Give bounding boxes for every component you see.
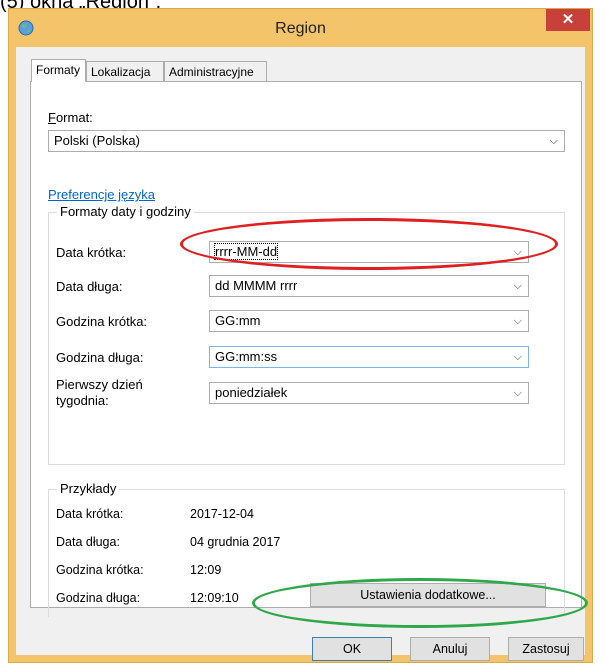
long-time-label: Godzina długa: — [56, 350, 144, 365]
short-time-label: Godzina krótka: — [56, 314, 148, 329]
long-time-select[interactable]: GG:mm:ss ⌵ — [209, 346, 529, 368]
example-short-date-label: Data krótka: — [56, 507, 124, 521]
short-date-label: Data krótka: — [56, 245, 127, 260]
format-value: Polski (Polska) — [54, 133, 140, 148]
first-day-select[interactable]: poniedziałek ⌵ — [209, 382, 529, 404]
long-date-value: dd MMMM rrrr — [215, 278, 298, 293]
example-short-date-value: 2017-12-04 — [190, 507, 254, 521]
ok-button[interactable]: OK — [312, 637, 392, 661]
short-date-value: rrrr-MM-dd — [213, 243, 279, 260]
close-icon: ✕ — [561, 11, 575, 28]
short-time-value: GG:mm — [215, 313, 261, 328]
example-long-date-label: Data długa: — [56, 535, 120, 549]
dialog-client: Formaty Lokalizacja Administracyjne Form… — [16, 47, 585, 661]
region-window: Region ✕ Formaty Lokalizacja Administrac… — [8, 8, 593, 663]
first-day-value: poniedziałek — [215, 385, 288, 400]
format-label: Format: — [48, 110, 93, 125]
example-long-date-value: 04 grudnia 2017 — [190, 535, 281, 549]
short-date-select[interactable]: rrrr-MM-dd ⌵ — [209, 241, 529, 263]
example-short-time-value: 12:09 — [190, 563, 222, 577]
tab-formaty[interactable]: Formaty — [31, 59, 86, 82]
window-title: Region — [275, 20, 326, 37]
cancel-button[interactable]: Anuluj — [410, 637, 490, 661]
close-button[interactable]: ✕ — [546, 9, 590, 31]
chevron-down-icon: ⌵ — [513, 280, 522, 292]
example-long-time-value: 12:09:10 — [190, 591, 239, 605]
chevron-down-icon: ⌵ — [549, 135, 558, 147]
examples-legend: Przykłady — [57, 481, 120, 496]
advanced-settings-button[interactable]: Ustawienia dodatkowe... — [310, 583, 546, 607]
first-day-label: Pierwszy dzień tygodnia: — [56, 377, 143, 408]
chevron-down-icon: ⌵ — [513, 315, 522, 327]
short-time-select[interactable]: GG:mm ⌵ — [209, 310, 529, 332]
tab-administracyjne[interactable]: Administracyjne — [164, 61, 267, 81]
chevron-down-icon: ⌵ — [513, 246, 522, 258]
apply-button[interactable]: Zastosuj — [508, 637, 584, 661]
example-short-time-label: Godzina krótka: — [56, 563, 144, 577]
chevron-down-icon: ⌵ — [513, 387, 522, 399]
tab-panel-formaty: Format: Polski (Polska) ⌵ Preferencje ję… — [30, 81, 582, 617]
language-preferences-link[interactable]: Preferencje języka — [48, 187, 155, 202]
example-long-time-label: Godzina długa: — [56, 591, 141, 605]
title-bar[interactable]: Region ✕ — [9, 9, 592, 47]
date-time-formats-legend: Formaty daty i godziny — [57, 204, 194, 219]
long-date-select[interactable]: dd MMMM rrrr ⌵ — [209, 275, 529, 297]
chevron-down-icon: ⌵ — [513, 351, 522, 363]
format-select[interactable]: Polski (Polska) ⌵ — [48, 130, 565, 152]
long-date-label: Data długa: — [56, 279, 123, 294]
tab-lokalizacja[interactable]: Lokalizacja — [86, 61, 164, 81]
long-time-value: GG:mm:ss — [215, 349, 278, 364]
